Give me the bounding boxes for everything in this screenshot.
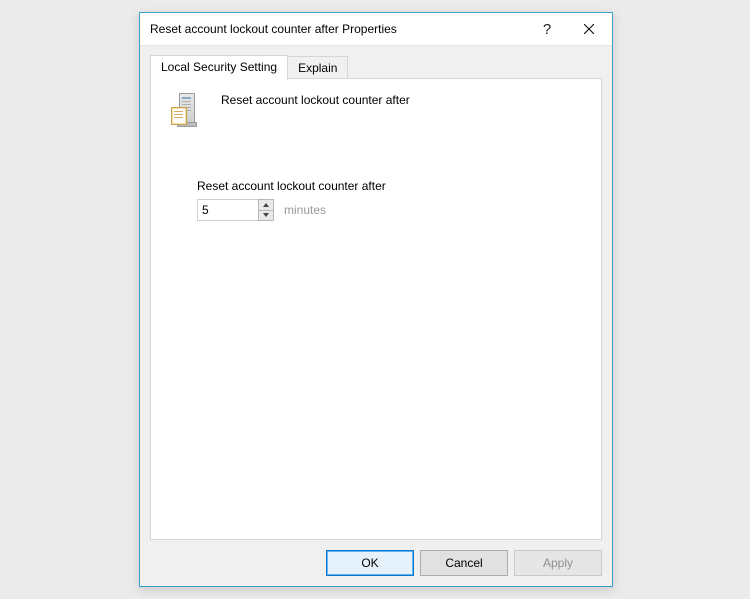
properties-dialog: Reset account lockout counter after Prop… xyxy=(139,12,613,587)
help-button[interactable]: ? xyxy=(528,13,566,45)
titlebar: Reset account lockout counter after Prop… xyxy=(140,13,612,46)
policy-server-icon xyxy=(171,93,203,125)
ok-button[interactable]: OK xyxy=(326,550,414,576)
cancel-button[interactable]: Cancel xyxy=(420,550,508,576)
close-button[interactable] xyxy=(566,13,612,45)
setting-label: Reset account lockout counter after xyxy=(197,179,601,193)
spinner-row: minutes xyxy=(197,199,601,221)
close-icon xyxy=(584,24,594,34)
tabstrip: Local Security Setting Explain xyxy=(150,54,347,79)
unit-label: minutes xyxy=(284,203,326,217)
minutes-input[interactable] xyxy=(197,199,258,221)
policy-heading: Reset account lockout counter after xyxy=(221,91,410,107)
client-area: Local Security Setting Explain Reset acc… xyxy=(140,46,612,586)
dialog-title: Reset account lockout counter after Prop… xyxy=(150,22,528,36)
dialog-buttons: OK Cancel Apply xyxy=(326,550,602,576)
chevron-up-icon xyxy=(263,203,269,207)
spinner-down-button[interactable] xyxy=(258,211,274,222)
tab-explain[interactable]: Explain xyxy=(287,56,348,80)
minutes-spinner xyxy=(197,199,274,221)
tab-local-security-setting[interactable]: Local Security Setting xyxy=(150,55,288,80)
setting-block: Reset account lockout counter after xyxy=(151,125,601,221)
apply-button[interactable]: Apply xyxy=(514,550,602,576)
titlebar-controls: ? xyxy=(528,13,612,45)
spinner-buttons xyxy=(258,199,274,221)
tab-panel-local: Reset account lockout counter after Rese… xyxy=(150,78,602,540)
chevron-down-icon xyxy=(263,213,269,217)
policy-header: Reset account lockout counter after xyxy=(151,79,601,125)
spinner-up-button[interactable] xyxy=(258,199,274,211)
